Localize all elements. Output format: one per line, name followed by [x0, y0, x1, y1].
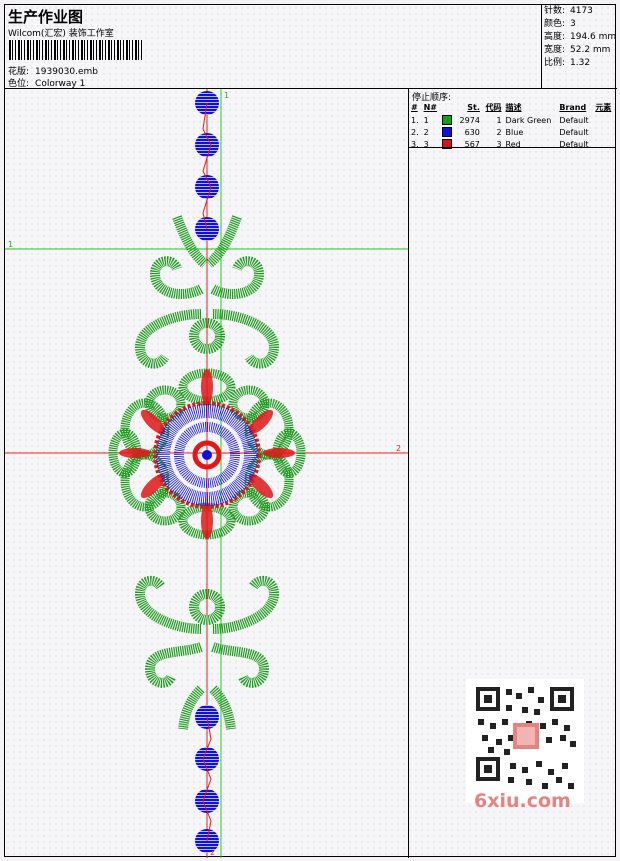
stat-label: 宽度:: [544, 45, 566, 55]
sheet-title: 生产作业图: [8, 8, 84, 26]
sheet-header: 生产作业图 Wilcom(汇宏) 装饰工作室 花版: 1939030.emb 色位…: [5, 5, 542, 89]
row-color: [440, 138, 455, 150]
row-stitches: 567: [464, 139, 480, 149]
colorway-line: 色位: Colorway 1: [8, 76, 85, 89]
col-header-desc: 描述: [505, 103, 522, 112]
stat-label: 针数:: [544, 6, 566, 16]
design-stats: 针数: 4173 颜色: 3 高度: 194.6 mm 宽度: 52.2 mm 比例: 1…: [542, 5, 617, 89]
table-row: 2. 2 630 2 Blue Default: [409, 126, 615, 138]
embroidery-design-view: 1 1 2 2: [5, 89, 409, 858]
barcode: [9, 40, 143, 60]
colorway-label: 色位:: [8, 79, 30, 89]
row-code: 3: [496, 139, 502, 149]
stat-value: 3: [570, 19, 576, 29]
row-desc: Red: [505, 139, 521, 149]
row-stitches: 2974: [459, 115, 480, 125]
row-index: 3.: [411, 139, 419, 149]
row-n: 1: [423, 115, 429, 125]
col-header-code: 代码: [485, 103, 502, 112]
table-divider: [409, 147, 615, 148]
row-color: [440, 114, 455, 126]
row-code: 1: [496, 115, 502, 125]
stat-height: 高度: 194.6 mm: [544, 31, 617, 44]
stop-sequence-table: # N# St. 代码 描述 Brand 元素 1. 1 2974 1 Dark…: [409, 101, 615, 150]
stat-label: 高度:: [544, 32, 566, 42]
stat-value: 52.2 mm: [570, 45, 611, 55]
row-n: 3: [423, 139, 429, 149]
row-color: [440, 126, 455, 138]
stat-value: 1.32: [570, 58, 591, 68]
stat-colors: 颜色: 3: [544, 18, 617, 31]
color-swatch: [442, 127, 453, 137]
col-header-element: 元素: [595, 103, 612, 112]
row-index: 1.: [411, 115, 419, 125]
table-row: 3. 3 567 3 Red Default: [409, 138, 615, 150]
stat-ratio: 比例: 1.32: [544, 57, 617, 70]
qr-code: [466, 679, 584, 803]
col-header-color: [440, 101, 455, 114]
stat-value: 194.6 mm: [570, 32, 617, 42]
row-code: 2: [496, 127, 502, 137]
row-index: 2.: [411, 127, 419, 137]
col-header-stitches: St.: [467, 103, 480, 112]
col-header-brand: Brand: [559, 103, 587, 112]
row-desc: Dark Green: [505, 115, 552, 125]
site-watermark-logo: 6xiu.com: [474, 790, 571, 812]
colorway-value: Colorway 1: [35, 79, 86, 89]
guide-label-h1: 1: [8, 240, 13, 249]
stat-stitches: 针数: 4173: [544, 5, 617, 18]
row-stitches: 630: [464, 127, 480, 137]
stat-label: 颜色:: [544, 19, 566, 29]
table-row: 1. 1 2974 1 Dark Green Default: [409, 114, 615, 126]
guide-label-v1: 1: [224, 91, 229, 100]
row-element: [593, 114, 615, 126]
stat-value: 4173: [570, 6, 593, 16]
guide-label-h2: 2: [396, 444, 401, 453]
row-brand: Default: [559, 139, 589, 149]
row-desc: Blue: [505, 127, 524, 137]
table-header-row: # N# St. 代码 描述 Brand 元素: [409, 101, 615, 114]
qr-code-graphic: [466, 679, 584, 803]
row-brand: Default: [559, 127, 589, 137]
row-n: 2: [423, 127, 429, 137]
embroidery-pattern: 1 1 2 2: [5, 89, 408, 858]
row-element: [593, 126, 615, 138]
stat-width: 宽度: 52.2 mm: [544, 44, 617, 57]
stat-label: 比例:: [544, 58, 566, 68]
company-name: Wilcom(汇宏) 装饰工作室: [8, 29, 114, 39]
col-header-n: N#: [423, 103, 437, 112]
row-brand: Default: [559, 115, 589, 125]
color-swatch: [442, 115, 453, 125]
row-element: [593, 138, 615, 150]
col-header-index: #: [411, 103, 418, 112]
